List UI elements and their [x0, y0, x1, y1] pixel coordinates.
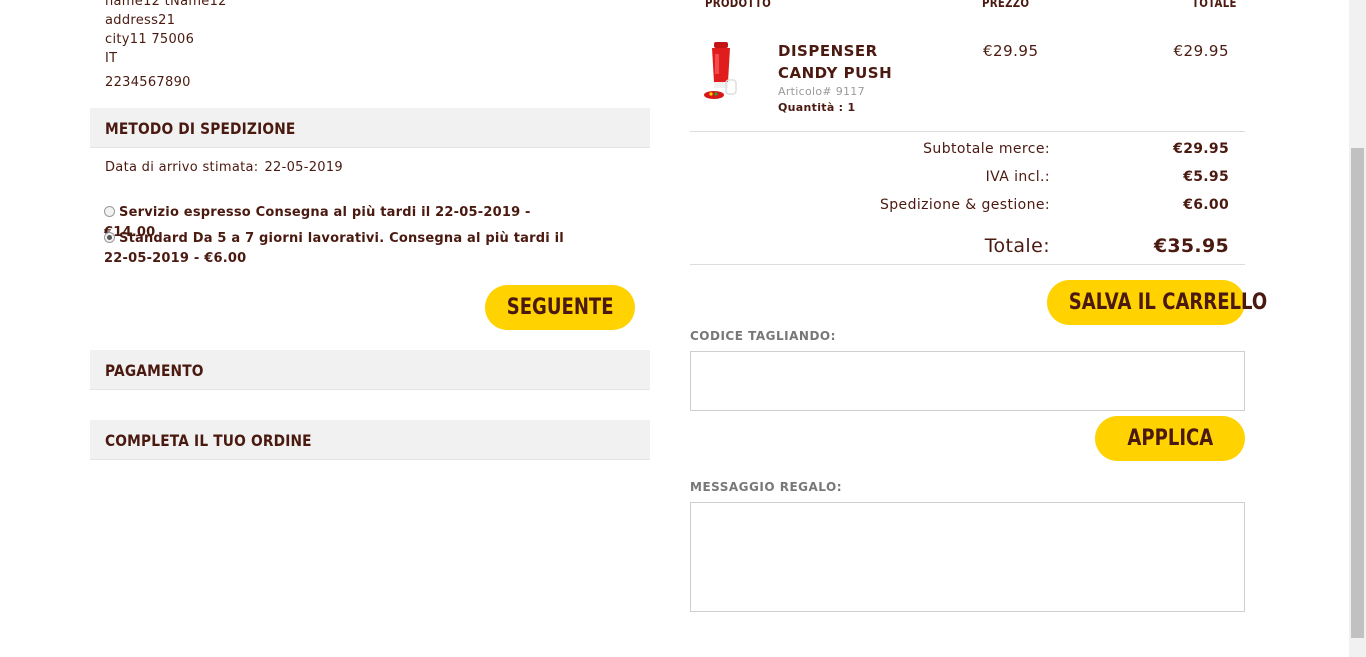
divider	[690, 264, 1245, 265]
vat-value: €5.95	[1183, 169, 1229, 185]
address-country: IT	[105, 51, 118, 66]
shipping-method-header[interactable]: METODO DI SPEDIZIONE	[90, 108, 650, 148]
shipping-fee-label: Spedizione & gestione:	[879, 197, 1050, 213]
save-cart-button[interactable]: SALVA IL CARRELLO	[1047, 280, 1267, 325]
coupon-input[interactable]	[690, 351, 1245, 411]
shipping-method-title: METODO DI SPEDIZIONE	[105, 119, 296, 138]
subtotal-value: €29.95	[1173, 141, 1229, 157]
divider	[690, 131, 1245, 132]
product-quantity: Quantità : 1	[778, 101, 856, 114]
estimated-arrival: Data di arrivo stimata: 22-05-2019	[105, 160, 343, 175]
payment-header[interactable]: PAGAMENTO	[90, 350, 650, 390]
eta-label: Data di arrivo stimata:	[105, 160, 259, 175]
coupon-label: CODICE TAGLIANDO:	[690, 329, 836, 343]
radio-standard[interactable]	[104, 232, 115, 243]
shipping-address: name12 tName12 address21 city11 75006 IT…	[105, 0, 227, 92]
product-sku: Articolo# 9117	[778, 85, 865, 98]
address-phone: 2234567890	[105, 75, 191, 90]
product-price: €29.95	[983, 42, 1039, 60]
payment-title: PAGAMENTO	[105, 361, 204, 380]
gift-message-label: MESSAGGIO REGALO:	[690, 480, 843, 494]
address-city: city11 75006	[105, 32, 195, 47]
subtotal-label: Subtotale merce:	[923, 141, 1050, 157]
eta-value: 22-05-2019	[264, 160, 344, 175]
address-street: address21	[105, 13, 176, 28]
address-name: name12 tName12	[105, 0, 227, 9]
scrollbar[interactable]	[1349, 0, 1366, 657]
header-total: TOTALE	[1192, 0, 1237, 10]
gift-message-input[interactable]	[690, 502, 1245, 612]
complete-order-title: COMPLETA IL TUO ORDINE	[105, 431, 312, 450]
total-value: €35.95	[1153, 235, 1229, 257]
product-name[interactable]: DISPENSER CANDY PUSH	[778, 40, 918, 84]
header-product: PRODOTTO	[705, 0, 772, 10]
next-button[interactable]: SEGUENTE	[485, 285, 635, 330]
scrollbar-thumb[interactable]	[1351, 148, 1364, 638]
product-total: €29.95	[1173, 42, 1229, 60]
shipping-option-standard[interactable]: Standard Da 5 a 7 giorni lavorativi. Con…	[104, 229, 574, 269]
complete-order-header[interactable]: COMPLETA IL TUO ORDINE	[90, 420, 650, 460]
vat-label: IVA incl.:	[985, 169, 1050, 185]
shipping-option-standard-label: Standard Da 5 a 7 giorni lavorativi. Con…	[104, 231, 564, 266]
product-image[interactable]	[700, 40, 744, 102]
shipping-fee-value: €6.00	[1183, 197, 1229, 213]
header-price: PREZZO	[982, 0, 1030, 10]
radio-express[interactable]	[104, 206, 115, 217]
apply-coupon-button[interactable]: APPLICA	[1095, 416, 1245, 461]
total-label: Totale:	[984, 235, 1050, 257]
